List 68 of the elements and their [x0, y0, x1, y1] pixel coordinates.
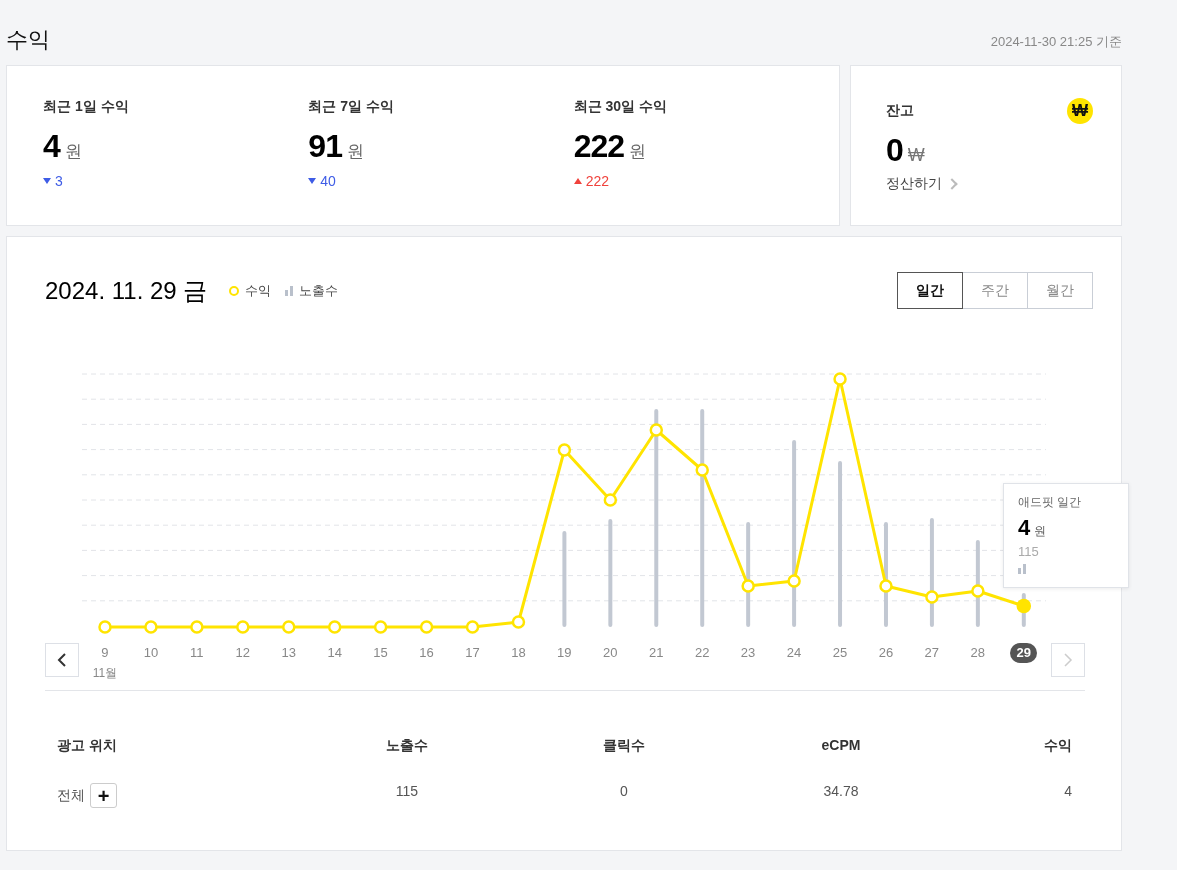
month-label: 11월: [91, 665, 119, 682]
change-value: 222: [585, 173, 609, 189]
change-value: 40: [320, 173, 336, 189]
date-label[interactable]: 22: [688, 643, 716, 663]
update-timestamp: 2024-11-30 21:25 기준: [990, 33, 1122, 51]
date-label[interactable]: 14: [321, 643, 348, 663]
period-tab[interactable]: 월간: [1027, 272, 1093, 309]
date-label[interactable]: 19: [551, 643, 578, 663]
coin-icon: ₩: [1067, 98, 1093, 124]
previous-button[interactable]: [45, 643, 79, 677]
expand-button[interactable]: +: [90, 783, 117, 808]
date-label[interactable]: 9: [95, 643, 115, 663]
table-cell: 전체: [57, 786, 85, 805]
date-label[interactable]: 21: [643, 643, 670, 663]
stat-value: 222: [573, 128, 625, 165]
bar-chart-icon: [285, 285, 294, 296]
table-cell-text: 34.78: [822, 783, 860, 801]
date-label[interactable]: 28: [964, 643, 991, 663]
date-label[interactable]: 23: [734, 643, 762, 663]
date-label[interactable]: 26: [872, 643, 900, 663]
tooltip-impressions: 115: [1018, 544, 1040, 559]
unit-label: 원: [346, 141, 364, 163]
date-label[interactable]: 13: [275, 643, 302, 663]
balance-label: 잔고: [886, 102, 914, 120]
change-value: 3: [55, 173, 63, 189]
legend-label: 노출수: [299, 281, 339, 300]
stat-label: 최근 1일 수익: [43, 98, 130, 116]
ring-icon: [229, 285, 240, 296]
column-header: eCPM: [820, 737, 862, 755]
stat-value: 4: [43, 128, 60, 165]
date-label[interactable]: 17: [459, 643, 486, 663]
page-title: 수익: [6, 26, 50, 54]
currency-symbol: ₩: [907, 145, 925, 166]
tooltip-title: 애드핏 일간: [1018, 494, 1083, 511]
chevron-left-icon: [57, 653, 67, 667]
date-label[interactable]: 16: [413, 643, 440, 663]
balance-value: 0: [886, 132, 903, 169]
table-cell-text: 0: [619, 783, 629, 801]
stat-label: 최근 7일 수익: [308, 98, 395, 116]
period-tab[interactable]: 주간: [962, 272, 1028, 309]
unit-label: 원: [64, 141, 82, 163]
chart-date: 2024. 11. 29 금: [45, 275, 208, 306]
date-label[interactable]: 24: [780, 643, 808, 663]
date-label[interactable]: 29: [1010, 643, 1037, 663]
date-label[interactable]: 20: [597, 643, 624, 663]
date-label[interactable]: 25: [826, 643, 854, 663]
column-header: 수익: [1043, 737, 1072, 755]
settle-link[interactable]: 정산하기: [886, 175, 942, 193]
chevron-right-icon: [1063, 653, 1073, 667]
tooltip-value: 4: [1018, 515, 1031, 541]
date-label[interactable]: 10: [137, 643, 165, 663]
date-label[interactable]: 12: [229, 643, 256, 663]
date-label[interactable]: 11: [184, 643, 210, 663]
table-cell-text: 4: [1063, 783, 1072, 801]
column-header: 광고 위치: [57, 737, 118, 755]
date-label[interactable]: 18: [505, 643, 532, 663]
period-tab[interactable]: 일간: [897, 272, 963, 309]
legend-label: 수익: [245, 281, 272, 300]
unit-label: 원: [1034, 523, 1047, 540]
bar-chart-icon: [1018, 563, 1026, 574]
column-header: 클릭수: [602, 737, 646, 755]
stat-label: 최근 30일 수익: [573, 98, 668, 116]
date-label[interactable]: 27: [918, 643, 946, 663]
column-header: 노출수: [385, 737, 429, 755]
unit-label: 원: [629, 141, 647, 163]
date-label[interactable]: 15: [367, 643, 394, 663]
table-cell-text: 115: [394, 783, 420, 801]
stat-value: 91: [308, 128, 342, 165]
